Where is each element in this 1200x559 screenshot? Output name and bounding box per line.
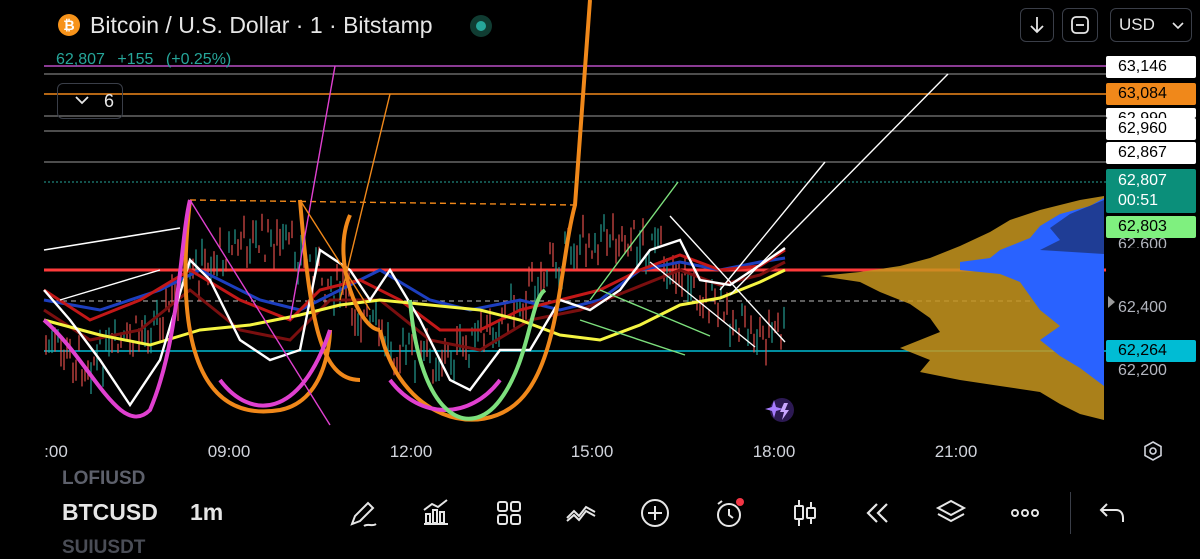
bar-countdown: 00:51: [1118, 192, 1159, 209]
currency-value: USD: [1119, 15, 1155, 34]
layers-icon: [935, 499, 967, 523]
time-tick: 12:00: [389, 442, 433, 461]
indicator-icon: [566, 505, 596, 522]
currency-select[interactable]: USD: [1110, 8, 1192, 42]
pencil-icon: [350, 501, 377, 527]
next-symbol[interactable]: SUIUSDT: [62, 537, 145, 559]
replay-button[interactable]: [860, 496, 894, 530]
indicators-toggle-button[interactable]: 6: [57, 83, 123, 119]
price-label-63146: 63,146: [1106, 56, 1196, 78]
price-label-partial: 62,990: [1106, 108, 1196, 118]
market-open-status-icon: [470, 15, 492, 37]
more-button[interactable]: [1008, 496, 1042, 530]
chart-type-button[interactable]: [418, 496, 452, 530]
indicators-count: 6: [104, 91, 115, 111]
chevron-down-icon: [74, 84, 90, 129]
candles-button[interactable]: [788, 496, 822, 530]
download-button[interactable]: [1020, 8, 1054, 42]
arrow-down-icon: [1030, 17, 1044, 34]
quote-line: 62,807 +155 (+0.25%): [56, 51, 239, 69]
symbol-button[interactable]: BTCUSD: [62, 499, 158, 526]
price-label-62264: 62,264: [1106, 340, 1196, 362]
chevron-down-icon: [1172, 22, 1184, 30]
more-icon: [1011, 509, 1039, 517]
caret-right-icon: [1108, 296, 1115, 308]
fullscreen-button[interactable]: [1062, 8, 1098, 42]
price-tick-62200: 62,200: [1118, 362, 1167, 379]
time-tick: 15:00: [570, 442, 614, 461]
sparkle-ai-icon[interactable]: [760, 394, 800, 426]
alerts-button[interactable]: [712, 496, 746, 530]
alarm-clock-icon: [717, 498, 744, 527]
price-change-percent: (+0.25%): [165, 51, 232, 68]
chart-settings-icon[interactable]: [1142, 440, 1164, 462]
drawing-tools-button[interactable]: [346, 496, 380, 530]
candlestick-icon: [794, 500, 816, 526]
plus-icon: [641, 499, 669, 527]
price-label-62803: 62,803: [1106, 216, 1196, 238]
price-label-62867: 62,867: [1106, 142, 1196, 164]
add-button[interactable]: [638, 496, 672, 530]
current-price: 62,807: [1118, 172, 1167, 189]
undo-icon: [1099, 503, 1124, 522]
time-tick: 21:00: [934, 442, 978, 461]
price-chart[interactable]: [0, 0, 1200, 470]
price-label-63084: 63,084: [1106, 83, 1196, 105]
price-tick-62400: 62,400: [1118, 299, 1167, 316]
chart-header: ₿ Bitcoin / U.S. Dollar · 1 · Bitstamp U…: [0, 0, 1200, 50]
grid-icon: [497, 501, 521, 525]
fullscreen-icon: [1071, 16, 1089, 34]
interval-button[interactable]: 1m: [190, 499, 223, 526]
price-tick-62600: 62,600: [1118, 236, 1167, 248]
previous-symbol[interactable]: LOFIUSD: [62, 468, 145, 490]
symbol-title[interactable]: Bitcoin / U.S. Dollar · 1 · Bitstamp: [90, 12, 433, 39]
layers-button[interactable]: [934, 496, 968, 530]
price-label-62960: 62,960: [1106, 118, 1196, 140]
indicators-button[interactable]: [564, 496, 598, 530]
bitcoin-icon: ₿: [58, 14, 80, 36]
time-tick: :00: [44, 442, 68, 461]
last-price: 62,807: [56, 51, 105, 68]
rewind-icon: [866, 503, 888, 523]
volume-profile: [820, 196, 1104, 420]
time-tick: 18:00: [752, 442, 796, 461]
undo-button[interactable]: [1096, 496, 1130, 530]
layout-grid-button[interactable]: [492, 496, 526, 530]
toolbar-divider: [1070, 492, 1071, 534]
current-price-label: 62,807 00:51: [1106, 169, 1196, 213]
time-tick: 09:00: [207, 442, 251, 461]
chart-bars-icon: [423, 499, 448, 525]
price-change: +155: [117, 51, 154, 68]
